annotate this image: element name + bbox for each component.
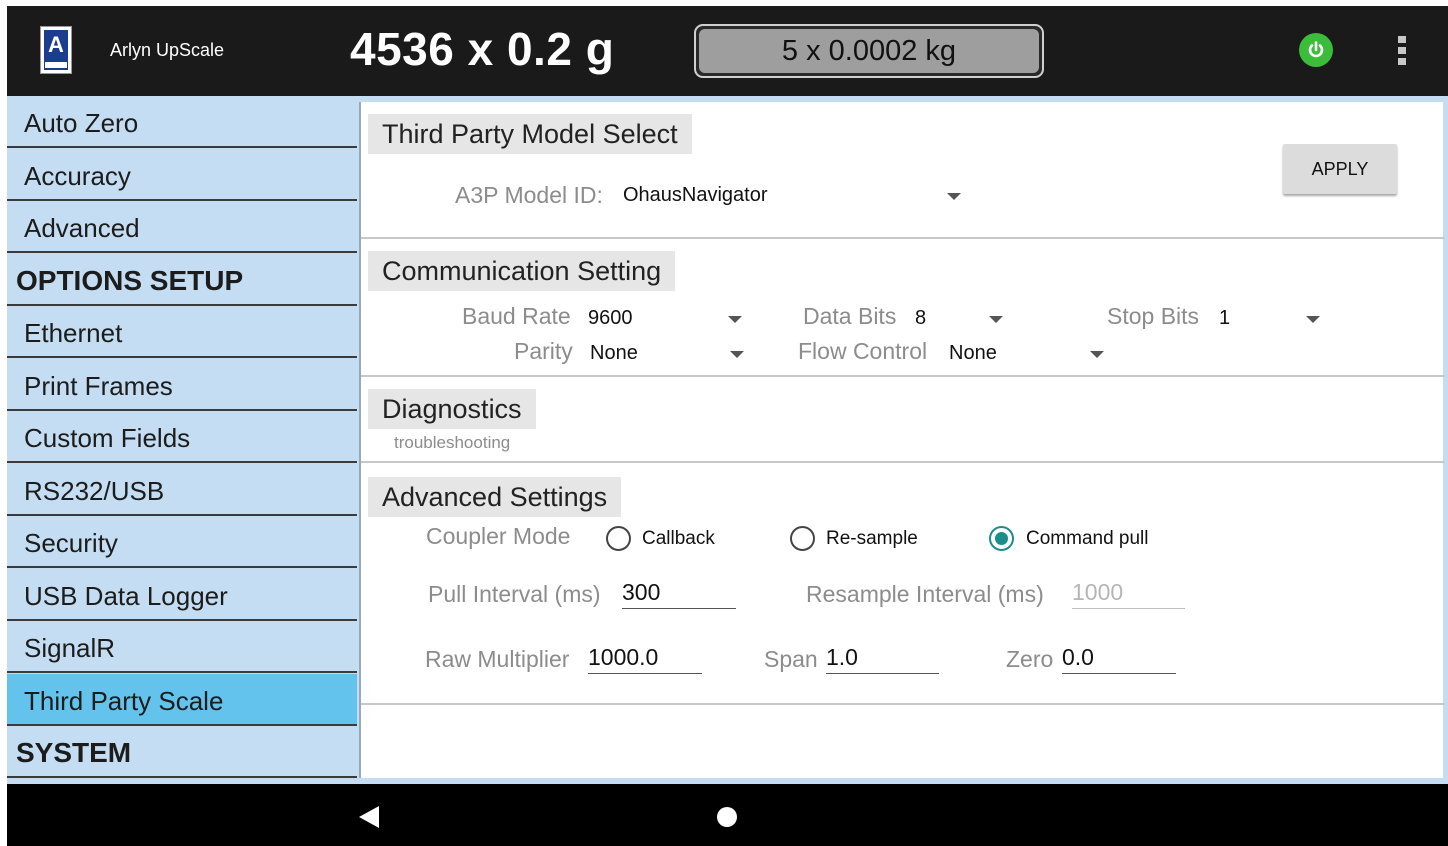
chevron-down-icon: [989, 316, 1003, 323]
chevron-down-icon: [947, 193, 961, 200]
diagnostics-subtitle: troubleshooting: [394, 433, 511, 452]
radio-resample[interactable]: Re-sample: [789, 523, 929, 555]
section-title: Third Party Model Select: [368, 114, 692, 154]
system-navigation-bar: [7, 784, 1448, 846]
settings-sidebar: Auto Zero Accuracy Advanced OPTIONS SETUP Et…: [7, 96, 357, 780]
pull-interval-input[interactable]: 300: [622, 575, 736, 609]
parity-value: None: [590, 342, 638, 364]
chevron-down-icon: [1306, 316, 1320, 323]
stop-bits-label: Stop Bits: [1107, 303, 1200, 329]
power-icon: [1308, 41, 1324, 58]
radio-circle: [790, 526, 815, 551]
zero-input[interactable]: 0.0: [1062, 640, 1176, 674]
data-bits-dropdown[interactable]: 8: [914, 301, 1018, 335]
baud-rate-label: Baud Rate: [462, 303, 571, 329]
secondary-weight-display: 5 x 0.0002 kg: [694, 24, 1044, 78]
apply-button[interactable]: APPLY: [1283, 144, 1397, 194]
chevron-down-icon: [728, 316, 742, 323]
sidebar-item-usb-data-logger[interactable]: USB Data Logger: [7, 569, 357, 621]
top-bar: A Arlyn UpScale 4536 x 0.2 g 5 x 0.0002 …: [7, 6, 1448, 96]
app-name: Arlyn UpScale: [110, 40, 225, 60]
raw-multiplier-label: Raw Multiplier: [425, 646, 570, 672]
sidebar-item-print-frames[interactable]: Print Frames: [7, 359, 357, 411]
model-id-value: OhausNavigator: [623, 184, 768, 206]
data-bits-value: 8: [915, 307, 927, 329]
radio-label: Callback: [642, 528, 715, 549]
flow-control-dropdown[interactable]: None: [949, 336, 1119, 370]
diagnostics-section[interactable]: Diagnostics troubleshooting: [361, 377, 1445, 463]
sidebar-header-system: SYSTEM: [7, 726, 357, 778]
resample-interval-input[interactable]: 1000: [1072, 575, 1185, 609]
communication-section: Communication Setting Baud Rate 9600 Dat…: [361, 239, 1445, 377]
radio-circle: [606, 526, 631, 551]
primary-weight-display: 4536 x 0.2 g: [350, 23, 615, 75]
sidebar-item-advanced[interactable]: Advanced: [7, 201, 357, 253]
sidebar-header-options-setup: OPTIONS SETUP: [7, 254, 357, 306]
menu-dot-icon: [1398, 36, 1406, 43]
zero-label: Zero: [1006, 646, 1054, 672]
stop-bits-value: 1: [1219, 307, 1231, 329]
stop-bits-dropdown[interactable]: 1: [1218, 301, 1338, 335]
baud-rate-dropdown[interactable]: 9600: [587, 301, 757, 335]
baud-rate-value: 9600: [588, 307, 633, 329]
menu-dot-icon: [1398, 47, 1406, 54]
radio-circle-checked: [989, 526, 1014, 551]
span-input[interactable]: 1.0: [826, 640, 939, 674]
third-party-scale-panel: Third Party Model Select A3P Model ID: O…: [359, 102, 1445, 778]
data-bits-label: Data Bits: [803, 303, 897, 329]
sidebar-item-rs232-usb[interactable]: RS232/USB: [7, 464, 357, 516]
sidebar-item-signalr[interactable]: SignalR: [7, 621, 357, 673]
chevron-down-icon: [1090, 351, 1104, 358]
power-button[interactable]: [1299, 33, 1333, 67]
coupler-mode-label: Coupler Mode: [426, 523, 571, 549]
overflow-menu-button[interactable]: [1395, 36, 1409, 68]
back-icon[interactable]: [359, 806, 379, 828]
raw-multiplier-input[interactable]: 1000.0: [588, 640, 702, 674]
app-window: A Arlyn UpScale 4536 x 0.2 g 5 x 0.0002 …: [7, 6, 1448, 846]
advanced-settings-section: Advanced Settings Coupler Mode Callback …: [361, 463, 1445, 705]
arlyn-logo: A: [40, 26, 72, 74]
menu-dot-icon: [1398, 58, 1406, 65]
sidebar-item-ethernet[interactable]: Ethernet: [7, 306, 357, 358]
flow-control-label: Flow Control: [798, 338, 928, 364]
radio-label: Command pull: [1026, 528, 1149, 549]
model-id-label: A3P Model ID:: [455, 182, 603, 208]
radio-callback[interactable]: Callback: [605, 523, 735, 555]
chevron-down-icon: [730, 351, 744, 358]
secondary-weight-value: 5 x 0.0002 kg: [699, 29, 1039, 73]
parity-dropdown[interactable]: None: [590, 336, 760, 370]
sidebar-item-auto-zero[interactable]: Auto Zero: [7, 96, 357, 148]
flow-control-value: None: [949, 342, 997, 364]
radio-label: Re-sample: [826, 528, 918, 549]
section-title: Advanced Settings: [368, 477, 622, 517]
section-title: Diagnostics: [368, 389, 536, 429]
model-select-section: Third Party Model Select A3P Model ID: O…: [361, 102, 1445, 239]
resample-interval-label: Resample Interval (ms): [806, 581, 1044, 607]
sidebar-item-security[interactable]: Security: [7, 516, 357, 568]
pull-interval-label: Pull Interval (ms): [428, 581, 601, 607]
model-id-dropdown[interactable]: OhausNavigator: [623, 178, 963, 214]
radio-command-pull[interactable]: Command pull: [988, 523, 1168, 555]
span-label: Span: [764, 646, 818, 672]
parity-label: Parity: [514, 338, 573, 364]
sidebar-item-custom-fields[interactable]: Custom Fields: [7, 411, 357, 463]
sidebar-item-third-party-scale[interactable]: Third Party Scale: [7, 673, 357, 726]
home-icon[interactable]: [717, 807, 737, 827]
section-title: Communication Setting: [368, 251, 676, 291]
sidebar-item-accuracy[interactable]: Accuracy: [7, 149, 357, 201]
